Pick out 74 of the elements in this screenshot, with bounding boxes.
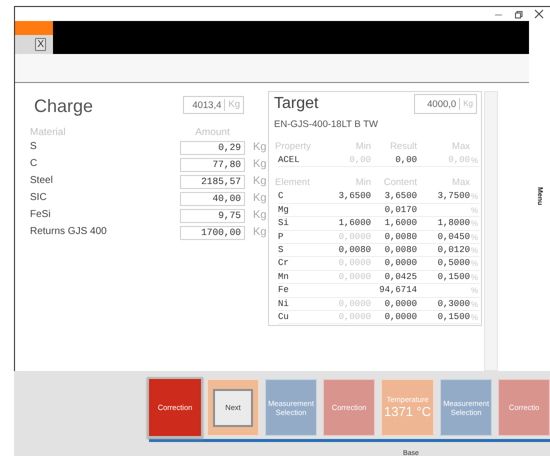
column-header: Material: [30, 126, 67, 139]
material-label: S: [30, 140, 38, 154]
unit-label: %: [470, 310, 480, 324]
table-cell: 94,6714: [371, 284, 417, 298]
row-label: Cr: [278, 257, 326, 271]
unit-label: %: [470, 244, 480, 258]
total-value: 4000,0: [427, 98, 456, 110]
tab-close-button[interactable]: X: [35, 38, 46, 51]
unit-label: %: [470, 284, 480, 298]
row-label: Si: [278, 217, 326, 231]
unit-label: Kg: [253, 208, 266, 223]
unit-label: Kg: [253, 225, 266, 240]
row-label: S: [278, 244, 326, 258]
total-value: 4013,4: [192, 100, 222, 110]
unit-label: %: [470, 217, 480, 231]
amount-field[interactable]: 2185,57: [180, 174, 245, 188]
table-cell: 0,0080: [326, 244, 371, 258]
grade-label: EN-GJS-400-18LT B TW: [274, 118, 380, 132]
row-label: Fe: [278, 284, 326, 298]
amount-field[interactable]: 40,00: [180, 192, 245, 206]
table-cell: 0,1500: [417, 270, 470, 284]
material-label: SIC: [30, 191, 48, 205]
amount-field[interactable]: 1700,00: [180, 226, 245, 240]
table-cell: 1,6000: [371, 217, 417, 231]
table-cell: 0,0120: [417, 244, 470, 258]
unit-label: %: [470, 190, 480, 204]
table-cell: 0,00: [371, 154, 417, 168]
unit-label: %: [470, 154, 480, 168]
row-label: P: [278, 230, 326, 244]
unit-label: Kg: [224, 99, 243, 111]
unit-label: Kg: [459, 98, 476, 110]
unit-label: Kg: [253, 157, 266, 172]
row-label: C: [278, 190, 326, 204]
table-cell: 1,8000: [417, 217, 470, 231]
amount-field[interactable]: 77,80: [180, 158, 245, 172]
unit-label: Kg: [253, 174, 266, 189]
table-cell: 3,6500: [371, 190, 417, 204]
table-cell: 0,5000: [417, 257, 470, 271]
unit-label: %: [470, 204, 480, 218]
material-label: C: [30, 157, 38, 171]
panel-title: Target: [274, 94, 320, 114]
unit-label: %: [470, 298, 480, 311]
panel-title: Charge: [33, 95, 94, 118]
table-cell: 0,3000: [417, 298, 470, 311]
table-cell: 3,7500: [417, 190, 470, 204]
document-tab[interactable]: X: [15, 21, 53, 54]
unit-label: Kg: [253, 140, 266, 155]
table-cell: 0,0000: [371, 257, 417, 271]
row-label: Mn: [278, 270, 326, 284]
table-cell: 3,6500: [326, 190, 371, 204]
table-cell: 0,0000: [371, 298, 417, 311]
column-header: Amount: [194, 126, 231, 139]
row-label: ACEL: [278, 154, 326, 168]
amount-field[interactable]: 0,29: [180, 140, 245, 154]
table-cell: 0,0170: [371, 204, 417, 218]
unit-label: %: [470, 257, 480, 271]
table-cell: 0,0000: [371, 310, 417, 324]
row-label: Ni: [278, 298, 326, 311]
table-cell: 1,6000: [326, 217, 371, 231]
table-cell: 0,0425: [371, 270, 417, 284]
amount-field[interactable]: 9,75: [180, 208, 245, 222]
material-label: Steel: [30, 174, 54, 188]
row-label: Cu: [278, 310, 326, 324]
unit-label: Kg: [253, 191, 266, 206]
material-label: Returns GJS 400: [30, 225, 108, 239]
table-cell: 0,0080: [371, 244, 417, 258]
unit-label: %: [470, 230, 480, 244]
table-cell: 0,1500: [417, 310, 470, 324]
table-cell: 0,0450: [417, 230, 470, 244]
table-cell: 0,0080: [371, 230, 417, 244]
unit-label: %: [470, 270, 480, 284]
material-label: FeSi: [30, 208, 52, 222]
row-label: Mg: [278, 204, 326, 218]
temperature-value: 1371 °C: [384, 404, 432, 420]
